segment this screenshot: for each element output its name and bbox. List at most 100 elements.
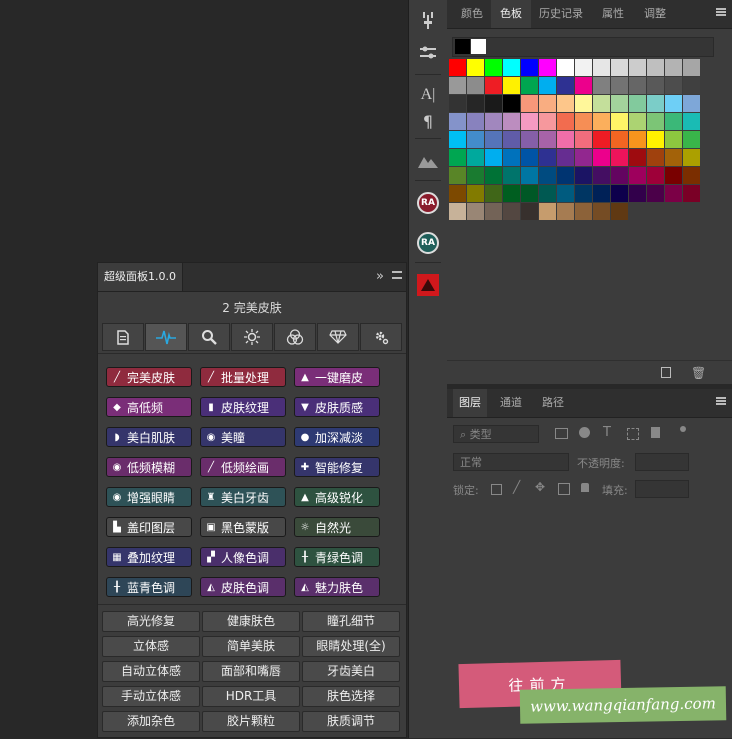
tab-channels[interactable]: 通道 (491, 389, 531, 417)
trash-icon[interactable]: 🗑 (691, 366, 706, 380)
color-swatch[interactable] (485, 203, 502, 220)
color-swatch[interactable] (485, 59, 502, 76)
tool-button[interactable]: 高光修复 (102, 611, 200, 632)
color-swatch[interactable] (575, 131, 592, 148)
tool-button[interactable]: 自动立体感 (102, 661, 200, 682)
color-swatch[interactable] (665, 167, 682, 184)
color-swatch[interactable] (557, 131, 574, 148)
color-swatch[interactable] (539, 149, 556, 166)
color-swatch[interactable] (665, 59, 682, 76)
opacity-input[interactable] (635, 453, 689, 471)
shape-filter-icon[interactable] (627, 428, 639, 440)
tab-swatches[interactable]: 色板 (491, 0, 531, 28)
color-swatch[interactable] (611, 149, 628, 166)
lock-all-icon[interactable] (581, 483, 589, 492)
color-swatch[interactable] (557, 59, 574, 76)
type-filter-icon[interactable]: T (603, 425, 611, 440)
filter-toggle-icon[interactable] (680, 426, 686, 432)
color-swatch[interactable] (521, 59, 538, 76)
color-swatch[interactable] (557, 185, 574, 202)
color-swatch[interactable] (593, 113, 610, 130)
tab-color[interactable]: 颜色 (453, 0, 491, 28)
lock-brush-icon[interactable]: ╱ (513, 480, 520, 494)
layer-filter-select[interactable]: ⌕ 类型 (453, 425, 539, 443)
fill-input[interactable] (635, 480, 689, 498)
sliders-icon[interactable] (413, 38, 443, 68)
color-swatch[interactable] (629, 185, 646, 202)
tool-button[interactable]: 简单美肤 (202, 636, 300, 657)
tool-button[interactable]: 手动立体感 (102, 686, 200, 707)
color-swatch[interactable] (575, 59, 592, 76)
color-swatch[interactable] (503, 185, 520, 202)
tool-button[interactable]: 健康肤色 (202, 611, 300, 632)
color-swatch[interactable] (575, 149, 592, 166)
color-swatch[interactable] (449, 59, 466, 76)
color-swatch[interactable] (449, 95, 466, 112)
ra-teal-icon[interactable]: RA (413, 228, 443, 258)
color-swatch[interactable] (593, 131, 610, 148)
color-swatch[interactable] (629, 95, 646, 112)
mountain-icon[interactable] (413, 146, 443, 176)
color-swatch[interactable] (503, 131, 520, 148)
color-swatch[interactable] (503, 203, 520, 220)
new-swatch-icon[interactable] (661, 367, 671, 378)
blend-mode-select[interactable]: 正常 (453, 453, 569, 471)
color-swatch[interactable] (467, 113, 484, 130)
color-swatch[interactable] (467, 203, 484, 220)
tab-layers[interactable]: 图层 (453, 389, 487, 417)
ra-red-icon[interactable]: RA (413, 188, 443, 218)
smart-filter-icon[interactable] (651, 427, 660, 438)
color-swatch[interactable] (539, 203, 556, 220)
color-swatch[interactable] (629, 149, 646, 166)
color-swatch[interactable] (593, 185, 610, 202)
color-swatch[interactable] (683, 113, 700, 130)
tool-button[interactable]: HDR工具 (202, 686, 300, 707)
color-swatch[interactable] (557, 95, 574, 112)
recent-swatch[interactable] (471, 39, 486, 54)
paragraph-icon[interactable]: ¶ (413, 106, 443, 136)
color-swatch[interactable] (521, 131, 538, 148)
tool-button[interactable]: 面部和嘴唇 (202, 661, 300, 682)
color-swatch[interactable] (485, 167, 502, 184)
lock-pixels-icon[interactable] (491, 484, 502, 495)
color-swatch[interactable] (557, 149, 574, 166)
color-swatch[interactable] (485, 113, 502, 130)
lock-move-icon[interactable]: ✥ (535, 480, 545, 494)
color-swatch[interactable] (485, 149, 502, 166)
color-swatch[interactable] (539, 95, 556, 112)
color-swatch[interactable] (575, 203, 592, 220)
color-swatch[interactable] (521, 77, 538, 94)
color-swatch[interactable] (485, 185, 502, 202)
color-swatch[interactable] (683, 149, 700, 166)
tool-button[interactable]: 眼睛处理(全) (302, 636, 400, 657)
color-swatch[interactable] (611, 113, 628, 130)
color-swatch[interactable] (575, 77, 592, 94)
adjust-filter-icon[interactable] (579, 427, 590, 438)
tool-button[interactable]: 肤质调节 (302, 711, 400, 732)
color-swatch[interactable] (575, 113, 592, 130)
color-swatch[interactable] (467, 167, 484, 184)
color-swatch[interactable] (449, 113, 466, 130)
color-swatch[interactable] (557, 77, 574, 94)
color-swatch[interactable] (647, 185, 664, 202)
color-swatch[interactable] (467, 185, 484, 202)
tool-button[interactable]: 添加杂色 (102, 711, 200, 732)
color-swatch[interactable] (683, 95, 700, 112)
color-swatch[interactable] (521, 95, 538, 112)
tool-button[interactable]: 胶片颗粒 (202, 711, 300, 732)
color-swatch[interactable] (539, 131, 556, 148)
color-swatch[interactable] (647, 95, 664, 112)
color-swatch[interactable] (665, 185, 682, 202)
color-swatch[interactable] (575, 185, 592, 202)
tool-button[interactable]: 瞳孔细节 (302, 611, 400, 632)
color-swatch[interactable] (449, 131, 466, 148)
color-swatch[interactable] (503, 95, 520, 112)
recent-swatch[interactable] (455, 39, 470, 54)
color-swatch[interactable] (611, 77, 628, 94)
adjust-icon[interactable] (413, 6, 443, 36)
color-swatch[interactable] (665, 95, 682, 112)
color-swatch[interactable] (629, 59, 646, 76)
color-swatch[interactable] (449, 77, 466, 94)
color-swatch[interactable] (557, 167, 574, 184)
color-swatch[interactable] (539, 77, 556, 94)
